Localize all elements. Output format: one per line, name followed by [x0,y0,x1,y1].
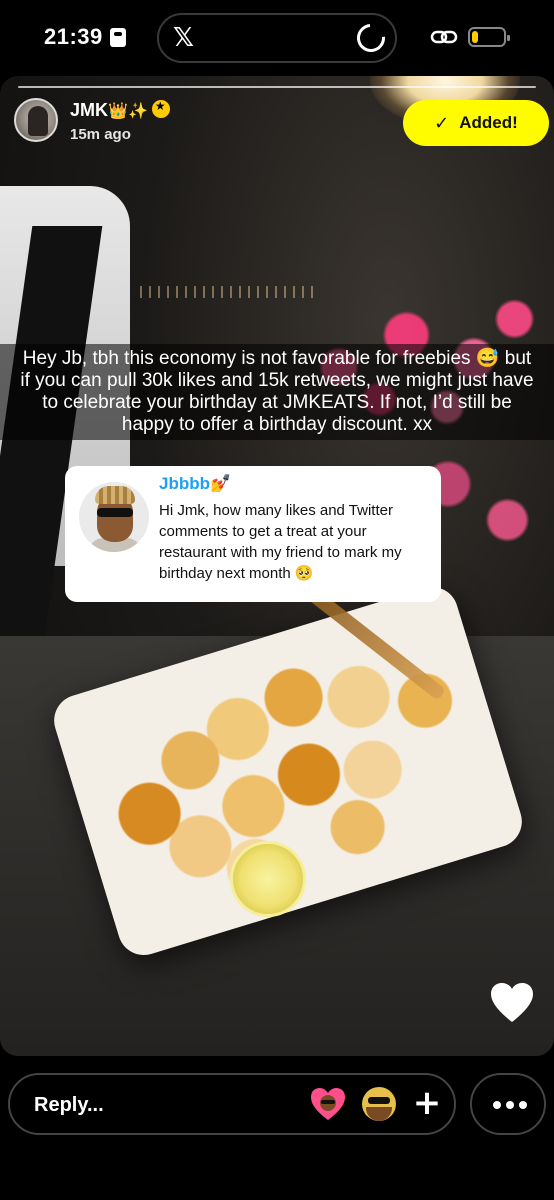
status-time: 21:39 [44,24,103,49]
crown-emoji-icon: 👑 [108,101,128,120]
avatar[interactable] [14,98,58,142]
bitmoji-hair [95,486,135,504]
bitmoji-avatar [79,482,149,552]
reply-card[interactable]: Jbbbb💅 Hi Jmk, how many likes and Twitte… [65,466,441,602]
battery-tip [507,35,510,41]
plus-icon[interactable]: + [412,1083,442,1123]
id-card-icon [110,28,126,47]
heart-icon[interactable] [490,982,534,1024]
link-icon [430,30,458,44]
username-text: JMK [70,100,109,120]
star-badge-icon [151,99,170,118]
reply-placeholder: Reply... [34,1094,104,1116]
battery-icon [468,27,510,47]
check-icon: ✓ [434,112,450,134]
story-photo-lemon [230,841,306,917]
heart-face-icon[interactable] [310,1087,346,1121]
story-viewer[interactable]: JMK👑✨ 15m ago ✓ Added! Hey Jb, tbh this … [0,76,554,1056]
bitmoji-sunglasses [97,508,133,517]
bitmoji-face-icon[interactable] [362,1087,396,1121]
x-logo-icon: 𝕏 [173,23,194,53]
story-timestamp: 15m ago [70,126,131,143]
added-button-label: Added! [459,113,518,132]
battery-level [472,31,478,43]
reply-card-text: Hi Jmk, how many likes and Twitter comme… [159,502,402,582]
reply-input[interactable]: Reply... + [8,1073,456,1135]
sparkles-emoji-icon: ✨ [127,101,148,120]
story-caption: Hey Jb, tbh this economy is not favorabl… [0,344,554,440]
story-progress-bar [18,86,536,88]
ellipsis-icon [493,1101,527,1109]
added-button[interactable]: ✓ Added! [403,100,549,146]
more-button[interactable] [470,1073,546,1135]
story-username[interactable]: JMK👑✨ [70,99,170,121]
status-bar: 21:39 𝕏 [0,0,554,74]
reply-card-name: Jbbbb💅 [159,474,232,493]
progress-spinner-icon [351,18,391,58]
dynamic-island[interactable]: 𝕏 [157,13,397,63]
